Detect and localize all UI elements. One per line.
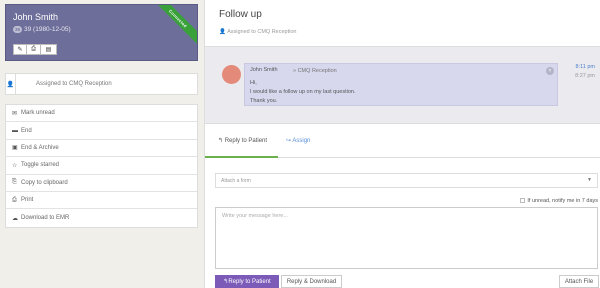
action-label: End (21, 127, 32, 134)
actions-list: ✉ Mark unread ▬ End ▣ End & Archive ☆ Toggle… (5, 104, 198, 228)
person-icon: 👤 (6, 74, 16, 94)
close-icon[interactable]: × (546, 67, 554, 75)
message-bubble: John Smith » CMQ Reception Hi, I would l… (244, 63, 558, 106)
star-icon: ☆ (12, 162, 18, 169)
tab-assign[interactable]: ↪ Assign (286, 137, 310, 144)
attach-form-select[interactable]: Attach a form ▼ (215, 173, 598, 188)
action-download-emr[interactable]: ☁ Download to EMR (6, 209, 197, 226)
action-copy-clipboard[interactable]: ⎘ Copy to clipboard (6, 175, 197, 192)
archive-icon: ▣ (12, 145, 18, 152)
conversation-subtitle: 👤 Assigned to CMQ Reception (219, 29, 296, 35)
patient-card: John Smith 39 39 (1980-12-05) ✎ ⎙ ▤ Conn… (5, 4, 198, 61)
message-line: Hi, (250, 80, 257, 86)
copy-icon: ⎘ (12, 179, 17, 186)
envelope-icon: ✉ (12, 110, 18, 117)
reply-download-button[interactable]: Reply & Download (281, 275, 342, 288)
conversation-title: Follow up (219, 9, 262, 20)
cloud-download-icon: ☁ (12, 215, 18, 222)
action-toggle-starred[interactable]: ☆ Toggle starred (6, 157, 197, 175)
message-body: Hi, I would like a follow up on my last … (250, 79, 552, 106)
action-print[interactable]: ⎙ Print (6, 192, 197, 210)
reply-icon: ↰ (218, 138, 225, 144)
notify-label: If unread, notify me in 7 days (527, 198, 598, 204)
assigned-label: Assigned to CMQ Reception (36, 81, 112, 87)
tab-label: Assign (292, 138, 311, 144)
message-line: Thank you. (250, 98, 278, 104)
compose-tabs: ↰ Reply to Patient ↪ Assign (205, 125, 600, 158)
left-panel: John Smith 39 39 (1980-12-05) ✎ ⎙ ▤ Conn… (0, 0, 205, 288)
message-input[interactable]: Write your message here... (215, 207, 598, 269)
button-label: Reply to Patient (228, 278, 271, 285)
conversation-panel: Follow up 👤 Assigned to CMQ Reception Jo… (205, 0, 600, 288)
action-mark-unread[interactable]: ✉ Mark unread (6, 105, 197, 123)
print-icon: ⎙ (31, 46, 36, 52)
id-card-button[interactable]: ▤ (41, 44, 57, 55)
message-thread: John Smith » CMQ Reception Hi, I would l… (205, 46, 600, 124)
message-time-read: 8:27 pm (575, 73, 595, 79)
pencil-icon: ✎ (17, 47, 23, 53)
patient-name[interactable]: John Smith (13, 12, 58, 22)
tab-label: Reply to Patient (224, 138, 268, 144)
message-recipient: » CMQ Reception (293, 68, 337, 74)
id-card-icon: ▤ (45, 47, 52, 53)
attach-form-placeholder: Attach a form (221, 178, 251, 184)
age-badge: 39 (13, 26, 23, 33)
message-line: I would like a follow up on my last ques… (250, 89, 356, 95)
active-tab-indicator (205, 156, 278, 158)
tab-reply-to-patient[interactable]: ↰ Reply to Patient (218, 137, 267, 144)
print-card-button[interactable]: ⎙ (27, 44, 41, 55)
avatar (222, 65, 241, 84)
patient-meta: 39 39 (1980-12-05) (13, 26, 71, 33)
action-label: Mark unread (21, 110, 55, 117)
action-label: End & Archive (21, 144, 59, 151)
print-icon: ⎙ (12, 196, 17, 203)
card-actions: ✎ ⎙ ▤ (13, 44, 57, 55)
action-label: Copy to clipboard (21, 179, 68, 186)
message-time-sent: 8:11 pm (575, 64, 595, 70)
reply-to-patient-button[interactable]: ↰ Reply to Patient (215, 275, 279, 288)
notify-checkbox[interactable] (520, 198, 526, 204)
action-label: Print (21, 197, 34, 204)
person-icon: 👤 (219, 29, 228, 35)
connected-ribbon: Connected (149, 5, 197, 48)
chevron-down-icon: ▼ (587, 177, 592, 183)
edit-button[interactable]: ✎ (13, 44, 27, 55)
action-end[interactable]: ▬ End (6, 122, 197, 140)
action-end-archive[interactable]: ▣ End & Archive (6, 140, 197, 158)
box-icon: ▬ (12, 127, 18, 134)
action-label: Download to EMR (21, 215, 70, 222)
patient-age-dob: 39 (1980-12-05) (24, 26, 71, 33)
notify-option[interactable]: If unread, notify me in 7 days (520, 198, 598, 204)
assigned-row[interactable]: 👤 Assigned to CMQ Reception (5, 73, 198, 95)
attach-file-button[interactable]: Attach File (559, 275, 599, 288)
action-label: Toggle starred (21, 162, 60, 169)
subtitle-text: Assigned to CMQ Reception (227, 29, 297, 35)
